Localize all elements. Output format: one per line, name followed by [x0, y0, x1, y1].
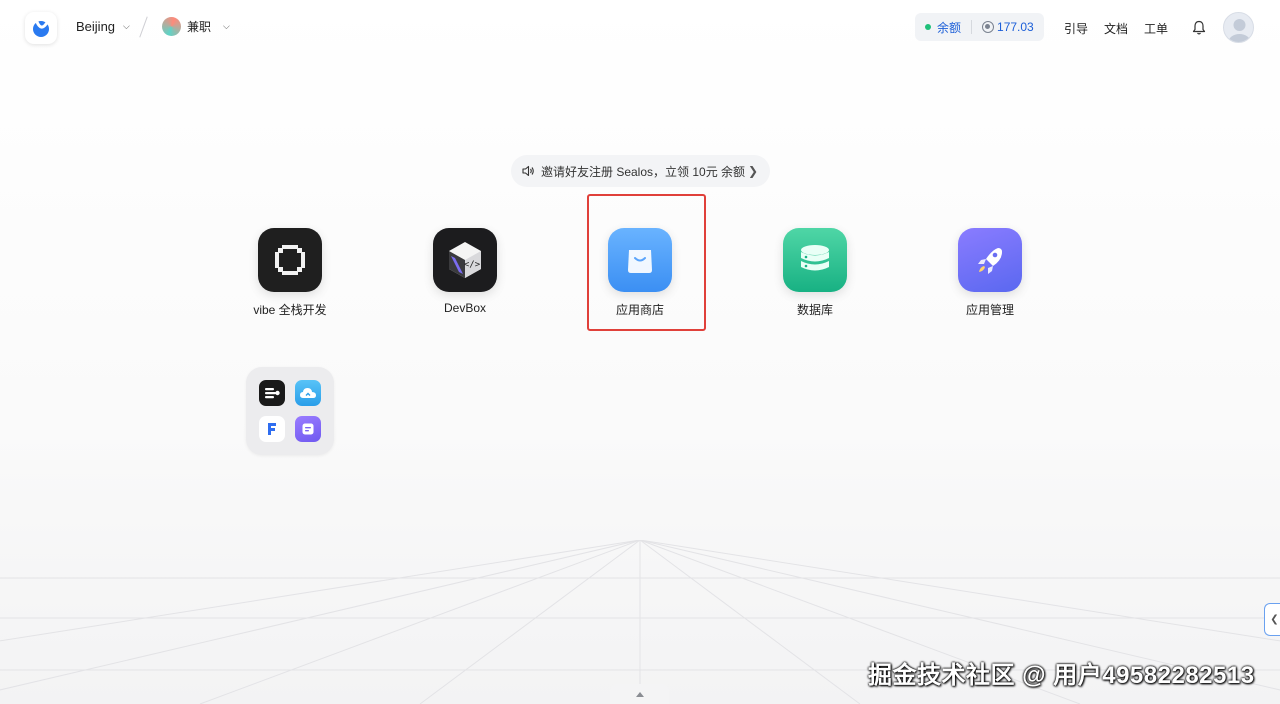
workspace-avatar — [162, 17, 181, 36]
user-avatar[interactable] — [1223, 12, 1254, 43]
breadcrumb-separator — [139, 16, 148, 38]
dock-toggle[interactable] — [610, 684, 669, 704]
app-label: 应用管理 — [965, 303, 1014, 317]
top-nav-links: 引导 文档 工单 — [1064, 20, 1168, 37]
nav-ticket-link[interactable]: 工单 — [1144, 20, 1168, 37]
balance-label: 余额 — [937, 20, 962, 35]
sealos-logo[interactable] — [25, 12, 57, 44]
caret-up-icon — [635, 691, 644, 697]
devbox-icon: </> — [433, 228, 497, 292]
workspace-label: 兼职 — [187, 20, 212, 34]
database-icon — [783, 228, 847, 292]
promo-text: 邀请好友注册 Sealos，立领 10元 余额 — [541, 164, 746, 179]
nav-docs-link[interactable]: 文档 — [1104, 20, 1128, 37]
app-database[interactable]: 数据库 — [760, 228, 870, 338]
app-vibe[interactable]: vibe 全栈开发 — [235, 228, 345, 338]
watermark-text: 掘金技术社区 @ 用户49582282513 — [868, 662, 1255, 689]
balance-badge[interactable]: 余额 177.03 — [915, 13, 1044, 41]
app-folder[interactable] — [246, 367, 334, 455]
workspace-selector[interactable]: 兼职 ⌵ — [162, 17, 230, 36]
chevron-right-icon: ❯ — [747, 164, 758, 178]
balance-amount: 177.03 — [997, 20, 1034, 34]
app-management[interactable]: 应用管理 — [935, 228, 1045, 338]
chevron-down-icon: ⌵ — [223, 21, 230, 31]
chevron-left-icon: ❮ — [1270, 614, 1279, 625]
app-devbox[interactable]: </> DevBox — [410, 228, 520, 338]
terminal-app-icon[interactable] — [259, 380, 285, 406]
side-panel-toggle[interactable]: ❮ — [1264, 603, 1280, 636]
region-label: Beijing — [76, 19, 116, 34]
app-label: DevBox — [443, 301, 487, 315]
divider — [971, 20, 973, 34]
f-app-icon[interactable] — [259, 416, 285, 442]
top-bar: Beijing ⌵ 兼职 ⌵ 余额 177.03 引导 文档 工单 — [0, 0, 1280, 56]
app-label: vibe 全栈开发 — [253, 303, 327, 317]
invite-promo-banner[interactable]: 邀请好友注册 Sealos，立领 10元 余额 ❯ — [511, 155, 770, 187]
user-avatar-icon — [1228, 19, 1251, 42]
notes-app-icon[interactable] — [295, 416, 321, 442]
chevron-down-icon: ⌵ — [123, 21, 130, 31]
app-label: 数据库 — [796, 303, 833, 317]
speaker-icon — [522, 165, 534, 177]
vibe-icon — [258, 228, 322, 292]
highlight-box — [587, 194, 706, 331]
nav-guide-link[interactable]: 引导 — [1064, 20, 1088, 37]
rocket-icon — [958, 228, 1022, 292]
coin-icon — [982, 21, 995, 33]
status-dot-icon — [925, 24, 931, 30]
sealos-logo-icon — [33, 20, 49, 37]
region-selector[interactable]: Beijing ⌵ — [76, 19, 130, 34]
bell-icon[interactable] — [1192, 20, 1206, 36]
cloud-app-icon[interactable] — [295, 380, 321, 406]
svg-text:</>: </> — [464, 260, 481, 270]
